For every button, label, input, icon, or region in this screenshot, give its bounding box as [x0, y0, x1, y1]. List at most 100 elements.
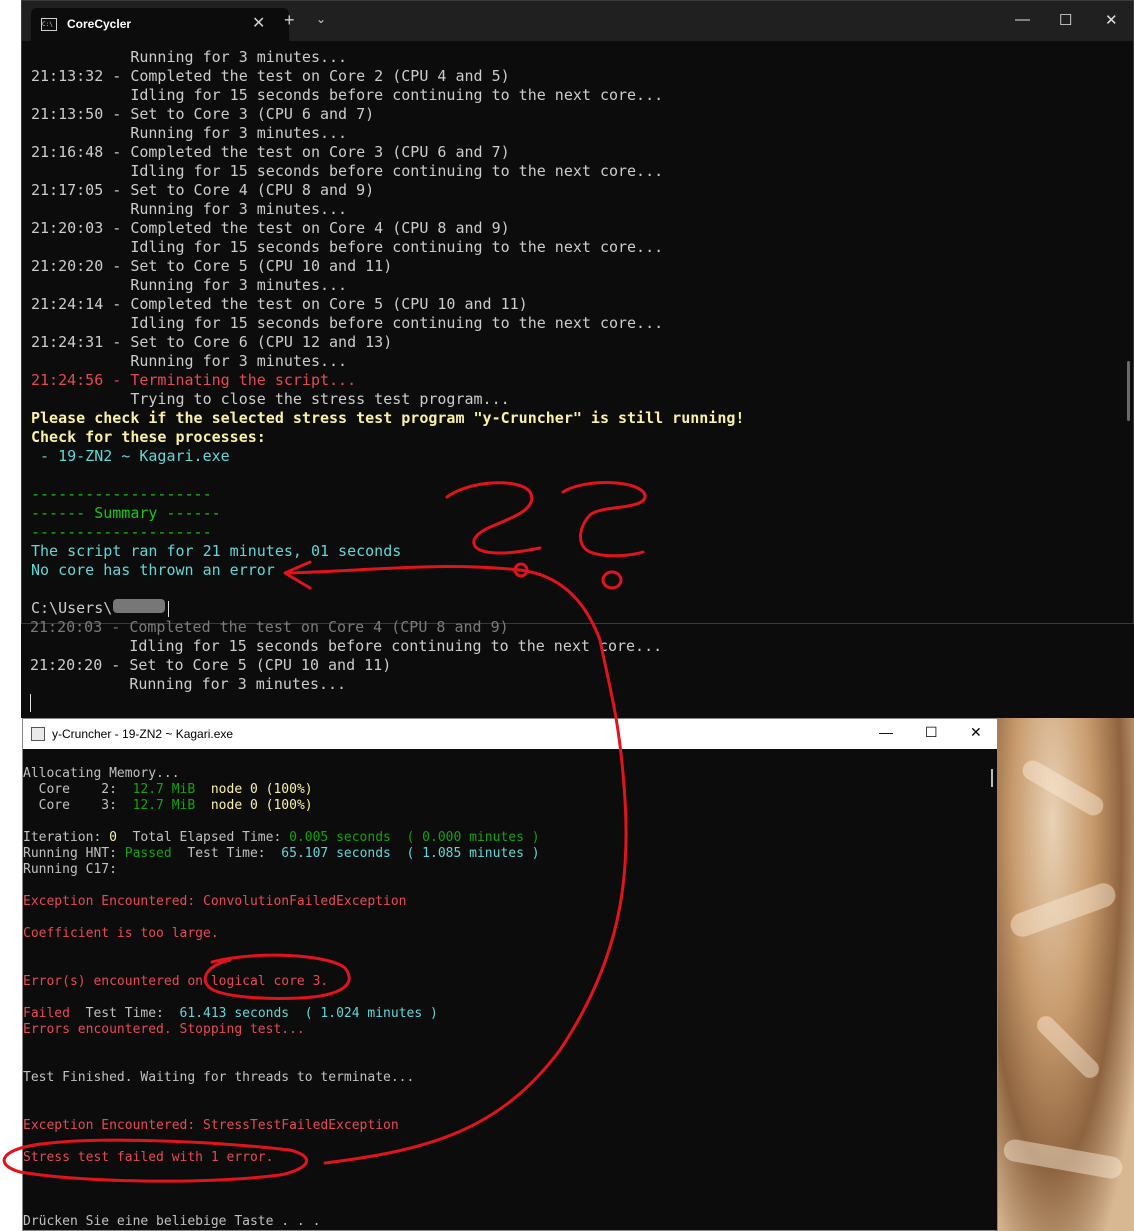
iteration-value: 0: [109, 830, 117, 845]
iteration-label: Iteration:: [23, 830, 110, 845]
summary-divider-top: --------------------: [31, 485, 212, 503]
core-label: Core 2:: [23, 782, 133, 797]
log-line: Idling for 15 seconds before continuing …: [31, 162, 664, 180]
finished-line: Test Finished. Waiting for threads to te…: [23, 1070, 415, 1085]
exception-line: Exception Encountered: StressTestFailedE…: [23, 1118, 399, 1133]
check-line: Please check if the selected stress test…: [31, 409, 745, 427]
terminal-tab-bar: C:\ CoreCycler ✕ + ⌄ — ☐ ✕: [22, 1, 1133, 41]
text-cursor: [30, 694, 31, 712]
iteration-line: Iteration: 0 Total Elapsed Time: 0.005 s…: [23, 830, 983, 846]
ycruncher-window: y-Cruncher - 19-ZN2 ~ Kagari.exe — ☐ ✕ A…: [22, 718, 998, 1231]
stress-fail-line: Stress test failed with 1 error.: [23, 1150, 274, 1165]
bg-line: Idling for 15 seconds before continuing …: [30, 637, 663, 655]
new-tab-plus-icon[interactable]: +: [284, 10, 295, 31]
tab-title: CoreCycler: [67, 17, 132, 31]
log-line: 21:24:31 - Set to Core 6 (CPU 12 and 13): [31, 333, 393, 351]
node-info: node 0 (100%): [195, 782, 313, 797]
core-label: Core 3:: [23, 798, 133, 813]
press-key-line: Drücken Sie eine beliebige Taste . . .: [23, 1214, 321, 1229]
elapsed-minutes: ( 0.000 minutes ): [390, 830, 540, 845]
prompt-text: C:\Users\: [31, 599, 113, 617]
alloc-line: Allocating Memory...: [23, 766, 180, 781]
terminal-icon: C:\: [41, 18, 57, 31]
log-line: 21:13:50 - Set to Core 3 (CPU 6 and 7): [31, 105, 375, 123]
minimize-button[interactable]: —: [879, 724, 893, 740]
prompt-line[interactable]: C:\Users\: [31, 599, 1111, 618]
runtime-line: The script ran for 21 minutes, 01 second…: [31, 542, 402, 560]
hnt-status: Passed: [124, 846, 172, 861]
maximize-button[interactable]: ☐: [925, 724, 938, 741]
minimize-button[interactable]: —: [1015, 11, 1030, 28]
text-cursor: [168, 600, 170, 617]
test-time-seconds: 61.413 seconds: [179, 1006, 290, 1021]
log-line: 21:13:32 - Completed the test on Core 2 …: [31, 67, 510, 85]
hnt-label: Running HNT:: [23, 846, 125, 861]
node-info: node 0 (100%): [195, 798, 313, 813]
console-app-icon: [31, 727, 45, 741]
bg-line: 21:20:20 - Set to Core 5 (CPU 10 and 11): [30, 656, 392, 674]
test-time-seconds: 65.107 seconds: [281, 846, 391, 861]
log-line: Running for 3 minutes...: [31, 200, 348, 218]
log-lines: Running for 3 minutes... 21:13:32 - Compl…: [31, 48, 1111, 371]
terminating-line: 21:24:56 - Terminating the script...: [31, 371, 357, 389]
log-line: Running for 3 minutes...: [31, 276, 348, 294]
hnt-line: Running HNT: Passed Test Time: 65.107 se…: [23, 846, 983, 862]
log-line: 21:20:03 - Completed the test on Core 4 …: [31, 219, 510, 237]
background-terminal-output: 21:20:03 - Completed the test on Core 4 …: [21, 618, 1134, 718]
ycruncher-title-bar[interactable]: y-Cruncher - 19-ZN2 ~ Kagari.exe — ☐ ✕: [23, 719, 997, 749]
elapsed-label: Total Elapsed Time:: [116, 830, 290, 845]
terminal-output: Running for 3 minutes... 21:13:32 - Compl…: [31, 48, 1111, 618]
stopping-line: Errors encountered. Stopping test...: [23, 1022, 305, 1037]
bg-line: Running for 3 minutes...: [30, 675, 347, 693]
memory-size: 12.7 MiB: [132, 782, 196, 797]
maximize-button[interactable]: ☐: [1059, 11, 1072, 29]
closing-line: Trying to close the stress test program.…: [31, 390, 510, 408]
failed-status: Failed: [23, 1006, 70, 1021]
redacted-username: [113, 599, 165, 613]
exception-line: Exception Encountered: ConvolutionFailed…: [23, 894, 407, 909]
log-line: 21:17:05 - Set to Core 4 (CPU 8 and 9): [31, 181, 375, 199]
chevron-down-icon[interactable]: ⌄: [316, 12, 326, 26]
tab-corecycler[interactable]: C:\ CoreCycler ✕: [31, 8, 289, 41]
error-core-line: Error(s) encountered on logical core 3.: [23, 974, 329, 989]
log-line: 21:24:14 - Completed the test on Core 5 …: [31, 295, 528, 313]
close-tab-icon[interactable]: ✕: [252, 13, 265, 33]
bg-line: 21:20:03 - Completed the test on Core 4 …: [30, 618, 509, 636]
core-memory-line: Core 2: 12.7 MiB node 0 (100%): [23, 782, 983, 798]
terminal-scrollbar[interactable]: [1127, 361, 1130, 421]
ycruncher-scrollbar[interactable]: [991, 769, 993, 787]
terminal-window: C:\ CoreCycler ✕ + ⌄ — ☐ ✕ Running for 3…: [21, 0, 1134, 624]
log-line: 21:16:48 - Completed the test on Core 3 …: [31, 143, 510, 161]
test-time-label: Test Time:: [171, 846, 282, 861]
summary-divider-bottom: --------------------: [31, 523, 212, 541]
log-line: Running for 3 minutes...: [31, 48, 348, 66]
log-line: 21:20:20 - Set to Core 5 (CPU 10 and 11): [31, 257, 393, 275]
c17-line: Running C17:: [23, 862, 117, 877]
process-item: - 19-ZN2 ~ Kagari.exe: [31, 447, 230, 465]
desktop-background-photo: [998, 718, 1134, 1231]
close-window-button[interactable]: ✕: [970, 724, 982, 741]
core-memory-line: Core 3: 12.7 MiB node 0 (100%): [23, 798, 983, 814]
log-line: Idling for 15 seconds before continuing …: [31, 314, 664, 332]
log-line: Idling for 15 seconds before continuing …: [31, 86, 664, 104]
summary-header: ------ Summary ------: [31, 504, 221, 522]
test-time-minutes: ( 1.024 minutes ): [289, 1006, 438, 1021]
processes-line: Check for these processes:: [31, 428, 266, 446]
window-title: y-Cruncher - 19-ZN2 ~ Kagari.exe: [52, 727, 234, 741]
log-line: Running for 3 minutes...: [31, 352, 348, 370]
close-window-button[interactable]: ✕: [1105, 11, 1118, 29]
elapsed-seconds: 0.005 seconds: [289, 830, 391, 845]
